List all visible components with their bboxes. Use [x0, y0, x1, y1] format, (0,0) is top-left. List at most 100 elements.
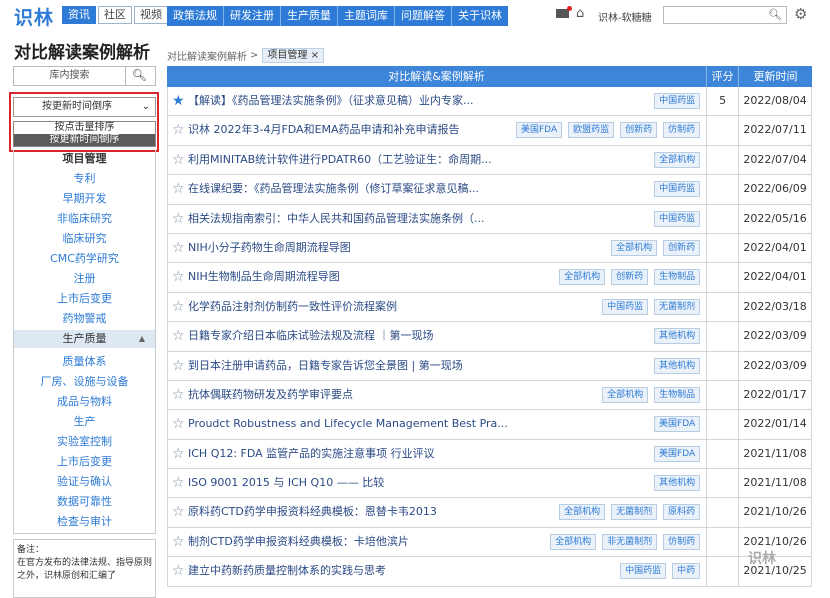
sidebar-item-pv[interactable]: 药物警戒 [14, 310, 155, 326]
star-icon[interactable]: ☆ [172, 293, 188, 321]
row-title-link[interactable]: 【解读】《药品管理法实施条例》（征求意见稿）业内专家... [188, 94, 474, 107]
sidebar-item-registration[interactable]: 注册 [14, 270, 155, 286]
row-title-link[interactable]: NIH小分子药物生命周期流程导图 [188, 241, 351, 254]
row-tag[interactable]: 中国药监 [654, 210, 701, 227]
row-tag[interactable]: 全部机构 [550, 533, 597, 550]
gear-icon[interactable]: ⚙ [794, 5, 807, 23]
row-title-link[interactable]: 建立中药新药质量控制体系的实践与思考 [188, 564, 386, 577]
sidebar-item-post-change-2[interactable]: 上市后变更 [14, 453, 155, 469]
filter-tag[interactable]: 项目管理 × [262, 48, 324, 63]
row-tag[interactable]: 中国药监 [654, 93, 701, 109]
row-title-link[interactable]: 原料药CTD药学申报资料经典模板：恩替卡韦2013 [188, 505, 437, 518]
row-tag[interactable]: 美国FDA [654, 445, 701, 462]
sort-option-clicks[interactable]: 按点击量排序 [14, 122, 155, 134]
table-row[interactable]: ☆ ICH Q12: FDA 监管产品的实施注意事项 行业评议 美国FDA 2021/… [167, 439, 812, 470]
table-row[interactable]: ☆ 建立中药新药质量控制体系的实践与思考 中国药监 中药 2021/10/25 [167, 557, 812, 587]
star-icon[interactable]: ☆ [172, 469, 188, 497]
sidebar-item-production[interactable]: 生产 [14, 413, 155, 429]
star-icon[interactable]: ☆ [172, 410, 188, 438]
table-row[interactable]: ☆ 化学药品注射剂仿制药一致性评价流程案例 中国药监 无菌制剂 2022/03/18 [167, 292, 812, 323]
row-tag[interactable]: 创新药 [620, 122, 658, 139]
sidebar-search-input[interactable]: 库内搜索 [14, 67, 126, 85]
star-icon[interactable]: ☆ [172, 205, 188, 233]
table-row[interactable]: ☆ NIH生物制品生命周期流程导图 全部机构 创新药 生物制品 2022/04/01 [167, 263, 812, 293]
home-icon[interactable]: ⌂ [576, 6, 584, 21]
star-icon[interactable]: ★ [172, 87, 188, 115]
row-tag[interactable]: 全部机构 [559, 269, 606, 286]
star-icon[interactable]: ☆ [172, 146, 188, 174]
sidebar-item-quality-system[interactable]: 质量体系 [14, 353, 155, 369]
row-tag[interactable]: 其他机构 [654, 475, 701, 492]
table-row[interactable]: ☆ NIH小分子药物生命周期流程导图 全部机构 创新药 2022/04/01 [167, 233, 812, 264]
row-tag[interactable]: 其他机构 [654, 328, 701, 345]
star-icon[interactable]: ☆ [172, 498, 188, 526]
row-tag[interactable]: 美国FDA [516, 122, 563, 139]
top-search-input[interactable]: 🔍︎ [663, 6, 787, 24]
subtab-community[interactable]: 社区 [98, 6, 132, 24]
sort-option-updated[interactable]: 按更新时间倒序 [14, 134, 155, 146]
col-score[interactable]: 评分 [707, 66, 739, 87]
row-tag[interactable]: 无菌制剂 [611, 504, 658, 521]
nav-qa[interactable]: 问题解答 [395, 6, 452, 26]
star-icon[interactable]: ☆ [172, 352, 188, 380]
nav-production-quality[interactable]: 生产质量 [281, 6, 338, 26]
sidebar-item-materials[interactable]: 成品与物料 [14, 393, 155, 409]
sidebar-item-nonclinical[interactable]: 非临床研究 [14, 210, 155, 226]
row-tag[interactable]: 中国药监 [654, 181, 701, 198]
star-icon[interactable]: ☆ [172, 557, 188, 585]
nav-about[interactable]: 关于识林 [452, 6, 508, 26]
row-title-link[interactable]: 抗体偶联药物研发及药学审评要点 [188, 388, 353, 401]
sidebar-item-data-integrity[interactable]: 数据可靠性 [14, 493, 155, 509]
table-row[interactable]: ☆ 日籍专家介绍日本临床试验法规及流程 ｜第一现场 其他机构 2022/03/09 [167, 322, 812, 352]
row-tag[interactable]: 美国FDA [654, 416, 701, 433]
row-tag[interactable]: 原料药 [663, 504, 701, 521]
subtab-video[interactable]: 视频 [134, 6, 168, 24]
row-title-link[interactable]: ISO 9001 2015 与 ICH Q10 —— 比较 [188, 476, 384, 489]
sidebar-item-lab[interactable]: 实验室控制 [14, 433, 155, 449]
row-title-link[interactable]: Proudct Robustness and Lifecycle Managem… [188, 417, 508, 430]
table-row[interactable]: ☆ Proudct Robustness and Lifecycle Manage… [167, 410, 812, 440]
row-title-link[interactable]: 识林 2022年3-4月FDA和EMA药品申请和补充申请报告 [188, 123, 460, 136]
sidebar-item-cmc[interactable]: CMC药学研究 [14, 250, 155, 266]
nav-policy[interactable]: 政策法规 [167, 6, 224, 26]
sidebar-item-inspection[interactable]: 检查与审计 [14, 513, 155, 529]
row-tag[interactable]: 仿制药 [663, 533, 701, 550]
sidebar-item-early-dev[interactable]: 早期开发 [14, 190, 155, 206]
row-tag[interactable]: 生物制品 [654, 269, 701, 286]
sidebar-group-production-quality[interactable]: 生产质量 ▲ [14, 330, 155, 348]
sidebar-item-post-change[interactable]: 上市后变更 [14, 290, 155, 306]
row-tag[interactable]: 欧盟药监 [568, 122, 615, 139]
row-title-link[interactable]: 在线课纪要：《药品管理法实施条例（修订草案征求意见稿... [188, 182, 479, 195]
row-tag[interactable]: 非无菌制剂 [602, 533, 658, 550]
table-row[interactable]: ☆ 到日本注册申请药品，日籍专家告诉您全景图 | 第一现场 其他机构 2022/03/… [167, 351, 812, 381]
table-row[interactable]: ☆ 在线课纪要：《药品管理法实施条例（修订草案征求意见稿... 中国药监 2022/0… [167, 175, 812, 205]
row-tag[interactable]: 全部机构 [611, 239, 658, 256]
table-row[interactable]: ★ 【解读】《药品管理法实施条例》（征求意见稿）业内专家... 中国药监 5 2022/… [167, 87, 812, 117]
table-row[interactable]: ☆ 利用MINITAB统计软件进行PDATR60（工艺验证生：命周期... 全部机构… [167, 145, 812, 176]
row-tag[interactable]: 中国药监 [620, 563, 667, 580]
row-title-link[interactable]: 相关法规指南索引：中华人民共和国药品管理法实施条例（... [188, 212, 485, 225]
nav-rd[interactable]: 研发注册 [224, 6, 281, 26]
star-icon[interactable]: ☆ [172, 263, 188, 291]
star-icon[interactable]: ☆ [172, 322, 188, 350]
star-icon[interactable]: ☆ [172, 234, 188, 262]
row-tag[interactable]: 其他机构 [654, 357, 701, 374]
site-logo[interactable]: 识林 [14, 3, 54, 30]
row-title-link[interactable]: NIH生物制品生命周期流程导图 [188, 270, 340, 283]
row-title-link[interactable]: ICH Q12: FDA 监管产品的实施注意事项 行业评议 [188, 447, 435, 460]
row-tag[interactable]: 中药 [672, 563, 701, 580]
sidebar-item-facilities[interactable]: 厂房、设施与设备 [14, 373, 155, 389]
row-tag[interactable]: 创新药 [663, 239, 701, 256]
row-tag[interactable]: 仿制药 [663, 122, 701, 139]
table-row[interactable]: ☆ ISO 9001 2015 与 ICH Q10 —— 比较 其他机构 2021/1… [167, 469, 812, 499]
star-icon[interactable]: ☆ [172, 381, 188, 409]
nav-thesaurus[interactable]: 主题词库 [338, 6, 395, 26]
star-icon[interactable]: ☆ [172, 440, 188, 468]
row-tag[interactable]: 生物制品 [654, 386, 701, 403]
table-row[interactable]: ☆ 原料药CTD药学申报资料经典模板：恩替卡韦2013 全部机构 无菌制剂 原料药 202… [167, 498, 812, 528]
table-row[interactable]: ☆ 相关法规指南索引：中华人民共和国药品管理法实施条例（... 中国药监 2022/0… [167, 204, 812, 234]
row-title-link[interactable]: 化学药品注射剂仿制药一致性评价流程案例 [188, 300, 397, 313]
row-tag[interactable]: 中国药监 [602, 298, 649, 315]
star-icon[interactable]: ☆ [172, 175, 188, 203]
col-title[interactable]: 对比解读&案例解析 [167, 66, 707, 87]
